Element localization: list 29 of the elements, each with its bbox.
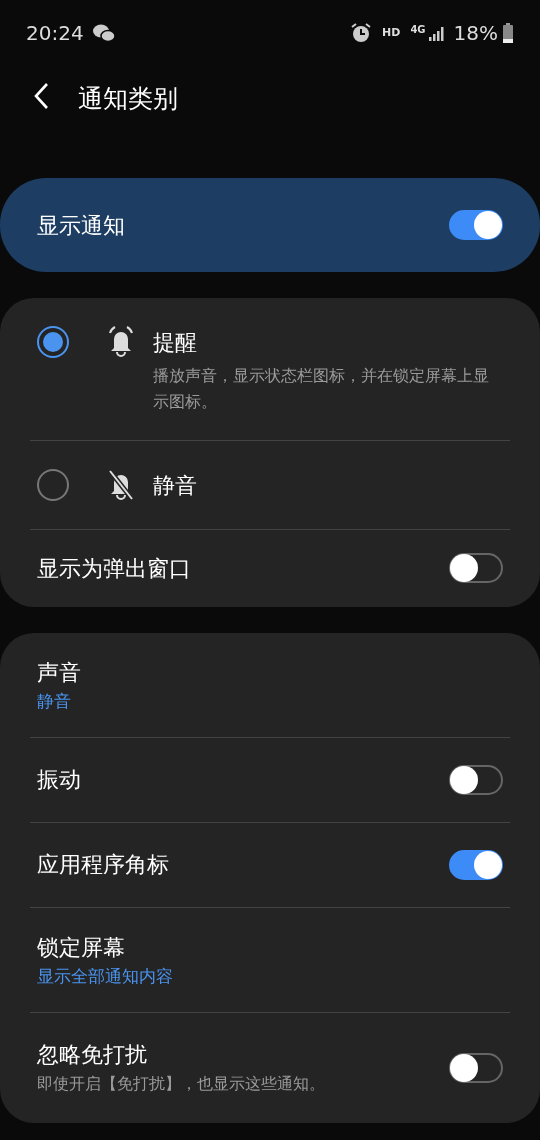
setting-label: 锁定屏幕 — [37, 933, 126, 962]
setting-value: 显示全部通知内容 — [37, 964, 173, 988]
toggle-switch[interactable] — [449, 210, 503, 240]
toggle-switch[interactable] — [449, 553, 503, 584]
option-label: 静音 — [153, 471, 197, 500]
battery-icon — [502, 23, 514, 43]
setting-label: 应用程序角标 — [37, 851, 169, 880]
option-description: 播放声音，显示状态栏图标，并在锁定屏幕上显示图标。 — [153, 365, 490, 414]
toggle-switch[interactable] — [449, 764, 503, 795]
hd-indicator: HD — [382, 24, 401, 41]
chat-icon — [91, 23, 116, 43]
setting-description: 即使开启【免打扰】，也显示这些通知。 — [37, 1073, 325, 1096]
option-label: 提醒 — [153, 329, 198, 357]
setting-label: 显示通知 — [37, 211, 125, 240]
radio-button[interactable] — [37, 326, 69, 358]
toggle-switch[interactable] — [449, 1052, 503, 1083]
alarm-icon — [350, 22, 373, 44]
setting-label: 振动 — [37, 766, 81, 795]
status-time: 20:24 — [26, 20, 84, 47]
battery-percent: 18% — [453, 20, 498, 47]
setting-value: 静音 — [37, 689, 72, 713]
setting-label: 忽略免打扰 — [37, 1041, 148, 1070]
radio-button[interactable] — [37, 468, 69, 501]
setting-label: 声音 — [37, 658, 81, 687]
toggle-switch[interactable] — [449, 849, 503, 880]
network-indicator: 4G — [410, 23, 426, 37]
setting-label: 显示为弹出窗口 — [37, 554, 191, 583]
page-title: 通知类别 — [78, 83, 178, 115]
signal-icon — [427, 25, 446, 41]
